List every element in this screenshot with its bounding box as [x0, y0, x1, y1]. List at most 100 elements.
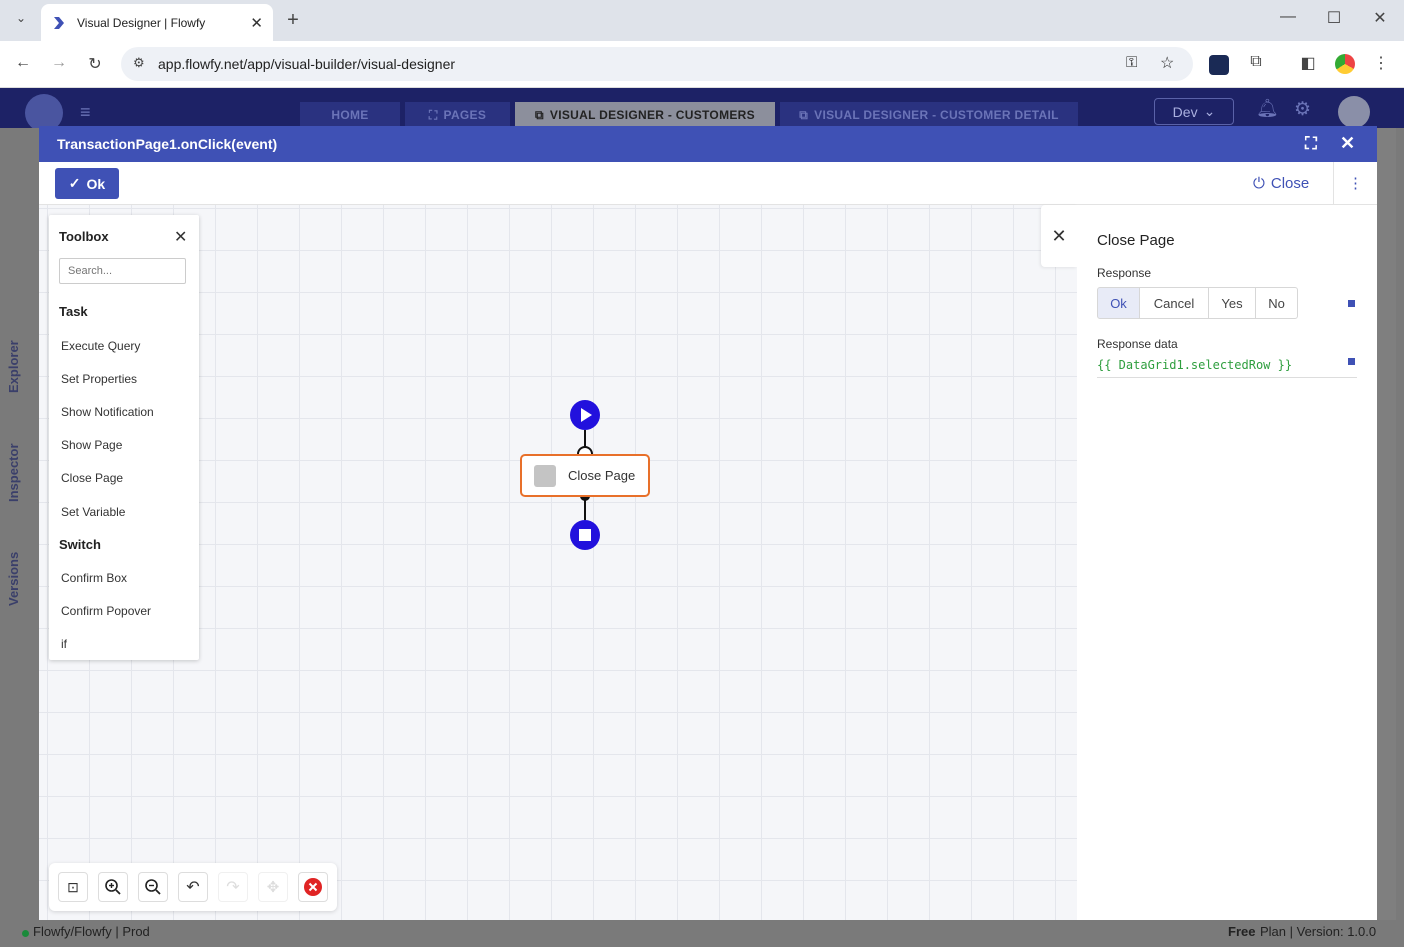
response-data-value[interactable]: {{ DataGrid1.selectedRow }}: [1097, 358, 1292, 372]
status-dot-icon: [22, 930, 29, 937]
maximize-icon[interactable]: ☐: [1322, 8, 1346, 28]
profile-avatar-icon[interactable]: [1335, 54, 1355, 74]
toolbox-item-close-page[interactable]: Close Page: [61, 471, 123, 485]
address-bar[interactable]: ⚙ app.flowfy.net/app/visual-builder/visu…: [121, 47, 1193, 81]
side-panel-icon[interactable]: ◧: [1296, 53, 1320, 73]
fullscreen-icon[interactable]: ⛶: [1305, 134, 1317, 154]
page-scrollbar[interactable]: [1396, 128, 1404, 920]
response-data-bind-toggle-icon[interactable]: [1348, 358, 1355, 365]
new-tab-icon[interactable]: +: [281, 9, 305, 32]
tab-search-icon[interactable]: ⌄: [9, 11, 33, 25]
env-dropdown[interactable]: Dev ⌄: [1154, 98, 1234, 125]
response-option-cancel[interactable]: Cancel: [1139, 287, 1209, 319]
close-button[interactable]: ⏻ Close: [1253, 168, 1309, 198]
response-data-underline: [1097, 377, 1357, 378]
notification-bell-icon[interactable]: 🔔︎: [1256, 98, 1279, 119]
close-label: Close: [1270, 174, 1310, 192]
close-tab-icon[interactable]: ✕: [250, 14, 263, 32]
panel-title: Close Page: [1097, 232, 1175, 249]
tab-pages-label: PAGES: [443, 108, 487, 122]
play-icon: [581, 408, 592, 422]
side-tab-inspector[interactable]: Inspector: [6, 443, 21, 502]
toolbox-item-confirm-box[interactable]: Confirm Box: [61, 571, 127, 585]
response-option-no[interactable]: No: [1255, 287, 1298, 319]
more-options-icon[interactable]: ⋮: [1348, 174, 1363, 192]
env-label: Dev: [1172, 103, 1198, 120]
hamburger-menu-icon[interactable]: ≡: [80, 102, 91, 123]
key-icon[interactable]: ⚿: [1126, 54, 1137, 71]
toolbox-panel: Toolbox ✕ Task Execute Query Set Propert…: [49, 215, 199, 660]
react-devtools-icon[interactable]: [1209, 55, 1229, 75]
response-bind-toggle-icon[interactable]: [1348, 300, 1355, 307]
tab-customer-detail-label: VISUAL DESIGNER - CUSTOMER DETAIL: [814, 108, 1059, 122]
undo-button[interactable]: ↶: [178, 872, 208, 902]
browser-tab-bar: ⌄ Visual Designer | Flowfy ✕ + — ☐ ✕: [0, 0, 1404, 41]
site-info-icon[interactable]: ⚙: [133, 55, 145, 71]
side-tab-versions[interactable]: Versions: [6, 552, 21, 606]
close-window-icon[interactable]: ✕: [1368, 8, 1392, 28]
toolbox-item-set-properties[interactable]: Set Properties: [61, 372, 137, 386]
dialog-title: TransactionPage1.onClick(event): [57, 136, 278, 152]
focus-icon: ⊡: [67, 878, 79, 895]
tab-visual-designer-customer-detail[interactable]: ⧉ VISUAL DESIGNER - CUSTOMER DETAIL: [780, 102, 1078, 128]
user-avatar[interactable]: [1338, 96, 1370, 128]
reload-icon[interactable]: ↻: [83, 54, 107, 74]
designer-icon: ⧉: [535, 107, 544, 122]
dialog-action-bar: ✓ Ok ⏻ Close ⋮: [39, 162, 1377, 205]
close-panel-button[interactable]: ✕: [1041, 205, 1077, 267]
toolbox-item-show-page[interactable]: Show Page: [61, 438, 122, 452]
zoom-out-icon: [145, 879, 161, 895]
end-node[interactable]: [570, 520, 600, 550]
close-page-task-node[interactable]: Close Page: [520, 454, 650, 497]
dialog-title-bar: TransactionPage1.onClick(event) ⛶ ✕: [39, 126, 1377, 162]
fit-view-button[interactable]: ⊡: [58, 872, 88, 902]
toolbox-item-if[interactable]: if: [61, 637, 67, 651]
check-icon: ✓: [68, 175, 81, 191]
delete-button[interactable]: [298, 872, 328, 902]
tab-home[interactable]: HOME: [300, 102, 400, 128]
redo-icon: ↷: [226, 879, 240, 896]
zoom-in-button[interactable]: [98, 872, 128, 902]
response-option-ok[interactable]: Ok: [1097, 287, 1140, 319]
ok-label: Ok: [86, 175, 106, 192]
toolbox-item-set-variable[interactable]: Set Variable: [61, 505, 125, 519]
side-tab-inspector-label: Inspector: [6, 443, 21, 502]
forward-icon[interactable]: →: [47, 54, 71, 72]
side-tab-explorer[interactable]: Explorer: [6, 340, 21, 393]
toolbox-search-input[interactable]: [59, 258, 186, 284]
toolbox-section-task: Task: [59, 304, 88, 319]
start-node[interactable]: [570, 400, 600, 430]
divider: [1333, 162, 1334, 205]
left-side-strip: Explorer Inspector Versions: [0, 128, 39, 920]
browser-tab[interactable]: Visual Designer | Flowfy ✕: [41, 4, 273, 41]
undo-icon: ↶: [186, 879, 200, 896]
close-dialog-icon[interactable]: ✕: [1340, 133, 1355, 154]
zoom-out-button[interactable]: [138, 872, 168, 902]
plan-name: Free: [1228, 924, 1256, 939]
back-icon[interactable]: ←: [11, 54, 35, 72]
toolbox-item-confirm-popover[interactable]: Confirm Popover: [61, 604, 151, 618]
chevron-down-icon: ⌄: [1203, 103, 1216, 119]
flowfy-favicon-icon: [54, 16, 64, 29]
bookmark-star-icon[interactable]: ☆: [1160, 53, 1174, 73]
tab-customers-label: VISUAL DESIGNER - CUSTOMERS: [549, 108, 755, 122]
redo-button[interactable]: ↷: [218, 872, 248, 902]
gear-icon[interactable]: ⚙: [1294, 98, 1311, 121]
ok-button[interactable]: ✓ Ok: [55, 168, 119, 199]
pan-button[interactable]: ✥: [258, 872, 288, 902]
pages-icon: ⛶: [428, 107, 438, 122]
minimize-icon[interactable]: —: [1276, 8, 1300, 26]
close-toolbox-icon[interactable]: ✕: [174, 227, 187, 247]
tab-title: Visual Designer | Flowfy: [77, 15, 206, 30]
tab-visual-designer-customers[interactable]: ⧉ VISUAL DESIGNER - CUSTOMERS: [515, 102, 775, 128]
extensions-icon[interactable]: ⧉: [1244, 53, 1268, 71]
response-option-yes[interactable]: Yes: [1208, 287, 1256, 319]
toolbox-section-switch: Switch: [59, 537, 101, 552]
browser-menu-icon[interactable]: ⋮: [1369, 53, 1393, 73]
status-bar: Flowfy/Flowfy | Prod Free Plan | Version…: [0, 920, 1404, 947]
toolbox-item-execute-query[interactable]: Execute Query: [61, 339, 140, 353]
response-label: Response: [1097, 266, 1152, 280]
toolbox-item-show-notification[interactable]: Show Notification: [61, 405, 154, 419]
tab-pages[interactable]: ⛶ PAGES: [405, 102, 510, 128]
designer-icon: ⧉: [799, 107, 809, 122]
